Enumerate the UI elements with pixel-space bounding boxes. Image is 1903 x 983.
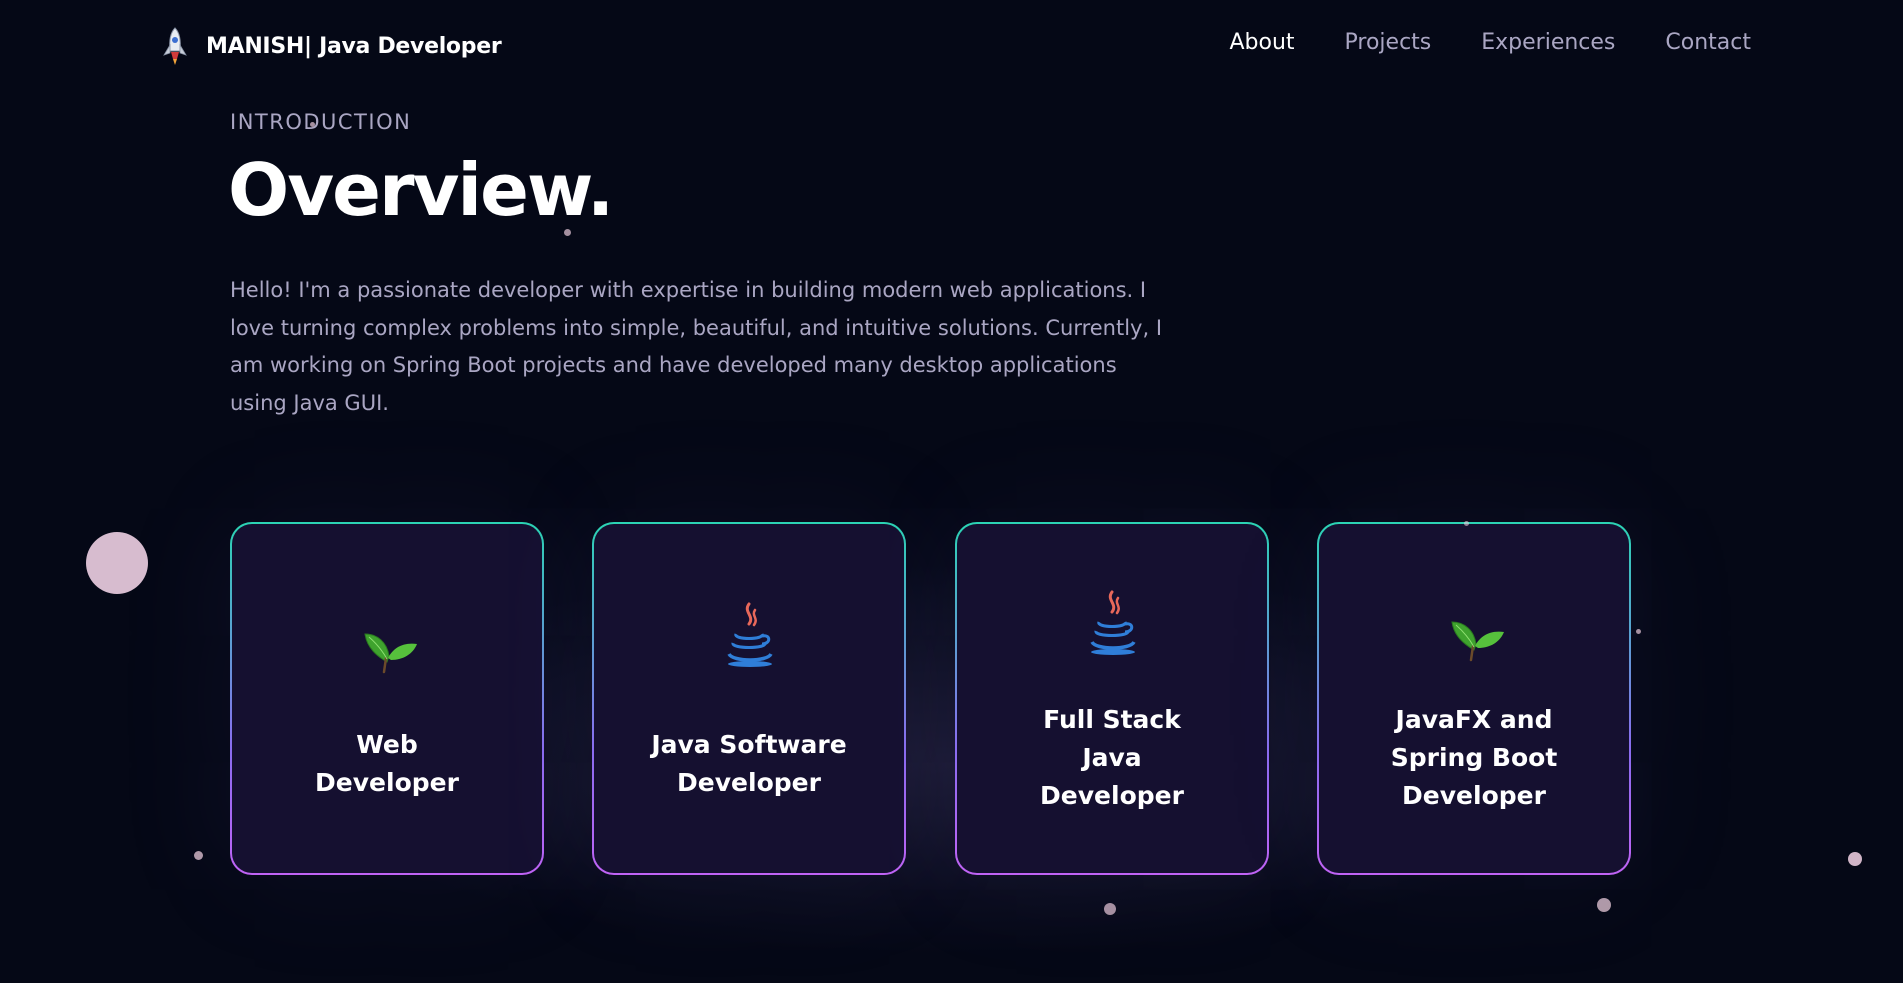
service-card[interactable]: JavaFX and Spring Boot Developer bbox=[1317, 522, 1631, 875]
star-particle bbox=[1104, 903, 1116, 915]
star-particle bbox=[86, 532, 148, 594]
section-subtitle: INTRODUCTION bbox=[230, 110, 412, 134]
star-particle bbox=[310, 122, 315, 127]
nav-link-projects[interactable]: Projects bbox=[1345, 30, 1432, 55]
nav-link-about[interactable]: About bbox=[1229, 30, 1294, 55]
leaf-icon bbox=[364, 633, 417, 674]
overview-paragraph: Hello! I'm a passionate developer with e… bbox=[230, 278, 1163, 415]
nav-link-contact[interactable]: Contact bbox=[1665, 30, 1751, 55]
service-card-body: Java Software Developer bbox=[594, 524, 904, 873]
service-card[interactable]: Full Stack Java Developer bbox=[955, 522, 1269, 875]
brand-text: MANISH| Java Developer bbox=[206, 33, 502, 59]
service-card-title: JavaFX and Spring Boot Developer bbox=[1390, 705, 1558, 810]
service-card-title: Full Stack Java Developer bbox=[1040, 705, 1184, 810]
portfolio-page: MANISH| Java Developer About Projects Ex… bbox=[0, 0, 1903, 983]
brand-link[interactable]: MANISH| Java Developer bbox=[154, 25, 502, 67]
service-card-body: JavaFX and Spring Boot Developer bbox=[1319, 524, 1629, 873]
java-icon bbox=[727, 602, 773, 667]
star-particle bbox=[1597, 898, 1611, 912]
service-card-title: Java Software Developer bbox=[651, 730, 847, 797]
star-particle bbox=[1464, 521, 1469, 526]
nav-link-experiences[interactable]: Experiences bbox=[1481, 30, 1615, 55]
navbar: MANISH| Java Developer About Projects Ex… bbox=[0, 0, 1903, 92]
star-particle bbox=[564, 229, 571, 236]
service-card-title: Web Developer bbox=[315, 730, 459, 797]
star-particle bbox=[1636, 629, 1641, 634]
star-particle bbox=[194, 851, 203, 860]
java-icon bbox=[1090, 590, 1136, 655]
service-card-body: Web Developer bbox=[232, 524, 542, 873]
service-card[interactable]: Web Developer bbox=[230, 522, 544, 875]
section-title: Overview. bbox=[228, 148, 614, 232]
star-particle bbox=[1848, 852, 1862, 866]
service-card[interactable]: Java Software Developer bbox=[592, 522, 906, 875]
nav-links: About Projects Experiences Contact bbox=[1229, 30, 1751, 55]
leaf-icon bbox=[1451, 621, 1504, 662]
service-card-body: Full Stack Java Developer bbox=[957, 524, 1267, 873]
rocket-icon bbox=[163, 27, 187, 65]
